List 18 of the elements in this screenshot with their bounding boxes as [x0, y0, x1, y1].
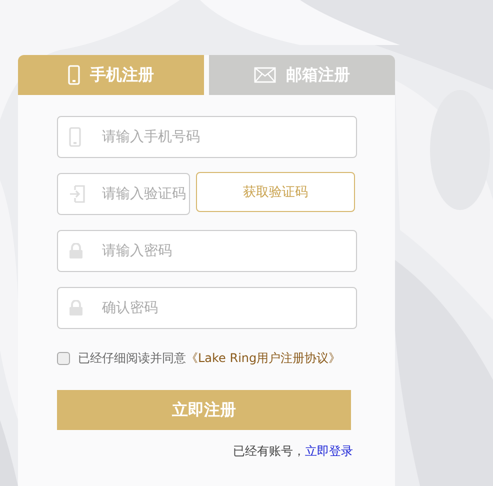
phone-icon: [68, 65, 80, 85]
password-field[interactable]: 请输入密码: [57, 230, 357, 272]
register-button[interactable]: 立即注册: [57, 390, 351, 430]
checkbox[interactable]: [57, 352, 70, 365]
agreement-link[interactable]: 《Lake Ring用户注册协议》: [186, 351, 341, 365]
mail-icon: [254, 67, 276, 83]
password-field[interactable]: 确认密码: [57, 287, 357, 329]
lock-icon: [69, 300, 83, 316]
login-prompt: 已经有账号，立即登录: [233, 444, 353, 458]
login-icon: [69, 185, 85, 203]
lock-icon: [69, 243, 83, 259]
phone-icon: [69, 127, 81, 147]
get-code-button[interactable]: 获取验证码: [196, 172, 355, 212]
code-field[interactable]: 请输入验证码: [57, 173, 190, 215]
tab[interactable]: 手机注册: [18, 55, 204, 95]
login-link[interactable]: 立即登录: [305, 444, 353, 458]
agreement-text: 已经仔细阅读并同意《Lake Ring用户注册协议》: [78, 350, 341, 367]
phone-field[interactable]: 请输入手机号码: [57, 116, 357, 158]
